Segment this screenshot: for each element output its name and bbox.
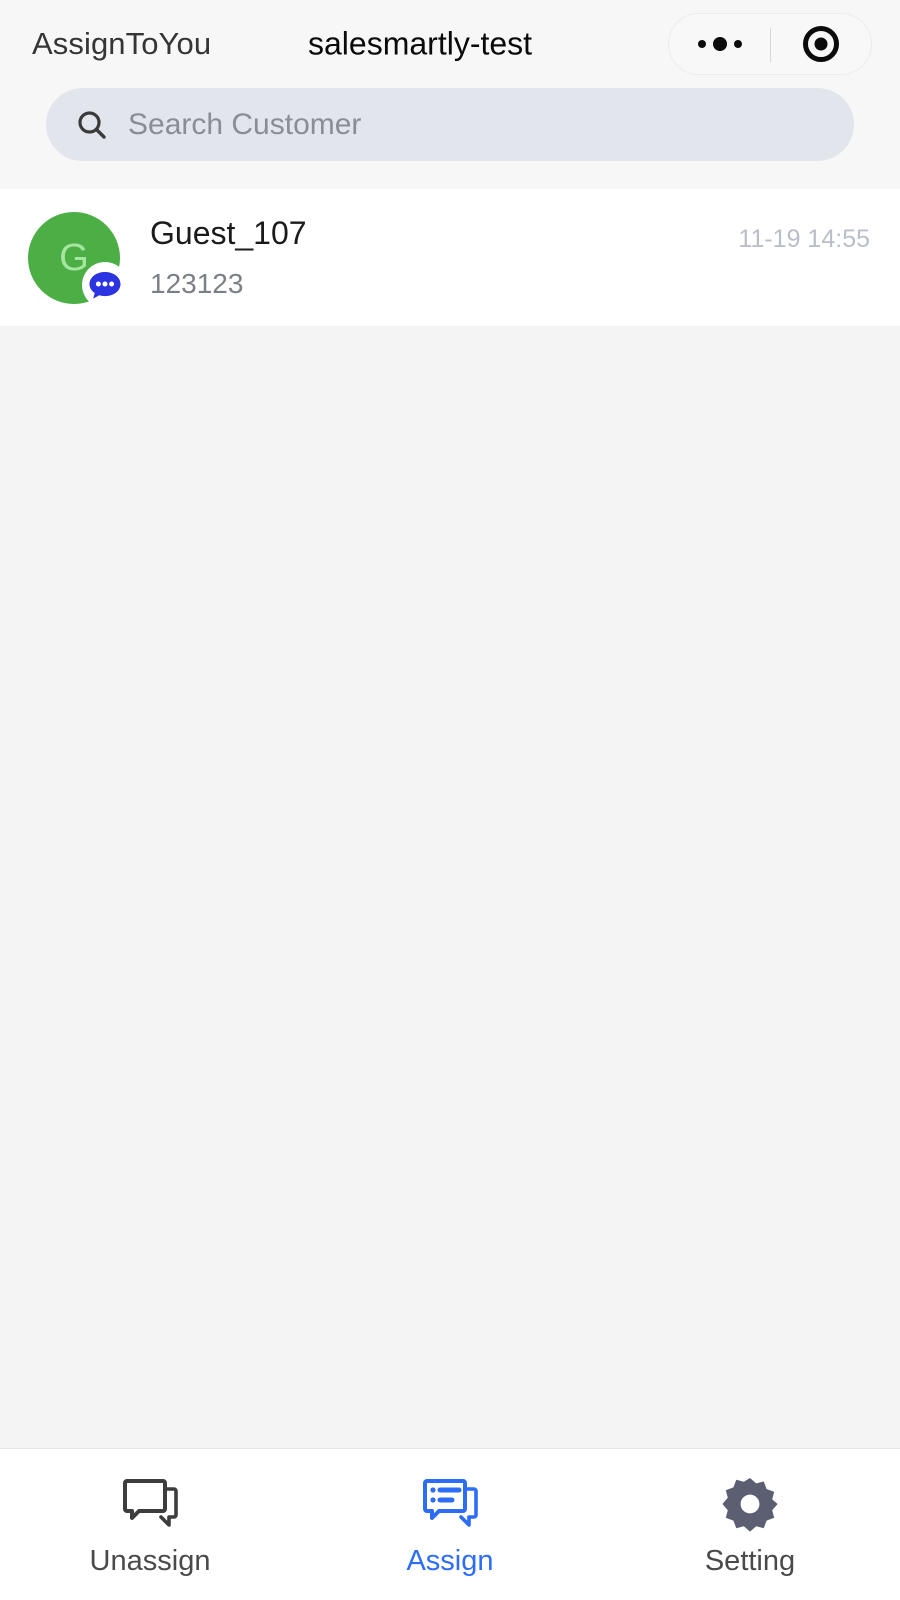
tab-unassign[interactable]: Unassign <box>0 1449 300 1600</box>
message-preview: 123123 <box>150 268 244 299</box>
search-icon <box>74 107 110 143</box>
close-miniprogram-button[interactable] <box>770 14 871 74</box>
avatar: G <box>28 211 128 308</box>
bottom-tab-bar: Unassign Assign Setting <box>0 1448 900 1600</box>
more-menu-button[interactable] <box>669 14 770 74</box>
search-input[interactable]: Search Customer <box>46 88 854 161</box>
conversation-row[interactable]: G Guest_107 123123 11-19 14:55 <box>0 189 900 326</box>
tab-setting-label: Setting <box>704 1545 796 1577</box>
nav-back-label[interactable]: AssignToYou <box>32 26 211 62</box>
more-dots-icon <box>697 37 742 51</box>
avatar-initial: G <box>59 236 89 279</box>
chat-bubble-badge-icon <box>82 261 128 308</box>
tab-unassign-label: Unassign <box>89 1545 211 1577</box>
tab-setting[interactable]: Setting <box>600 1449 900 1600</box>
mini-program-screen: AssignToYou salesmartly-test Search Cust… <box>0 0 900 1600</box>
conversation-list: G Guest_107 123123 11-19 14:55 <box>0 189 900 1448</box>
capsule-divider <box>770 28 771 62</box>
gear-icon <box>721 1473 779 1535</box>
target-circle-icon <box>802 26 839 62</box>
tab-assign[interactable]: Assign <box>300 1449 600 1600</box>
search-section: Search Customer <box>0 88 900 189</box>
search-placeholder: Search Customer <box>128 107 362 141</box>
message-timestamp: 11-19 14:55 <box>738 225 870 253</box>
chat-bubbles-list-icon <box>419 1473 481 1535</box>
wechat-capsule-bar <box>668 13 872 75</box>
chat-bubbles-outline-icon <box>119 1473 181 1535</box>
page-title: salesmartly-test <box>308 25 533 62</box>
navigation-bar: AssignToYou salesmartly-test <box>0 0 900 88</box>
tab-assign-label: Assign <box>406 1545 494 1577</box>
